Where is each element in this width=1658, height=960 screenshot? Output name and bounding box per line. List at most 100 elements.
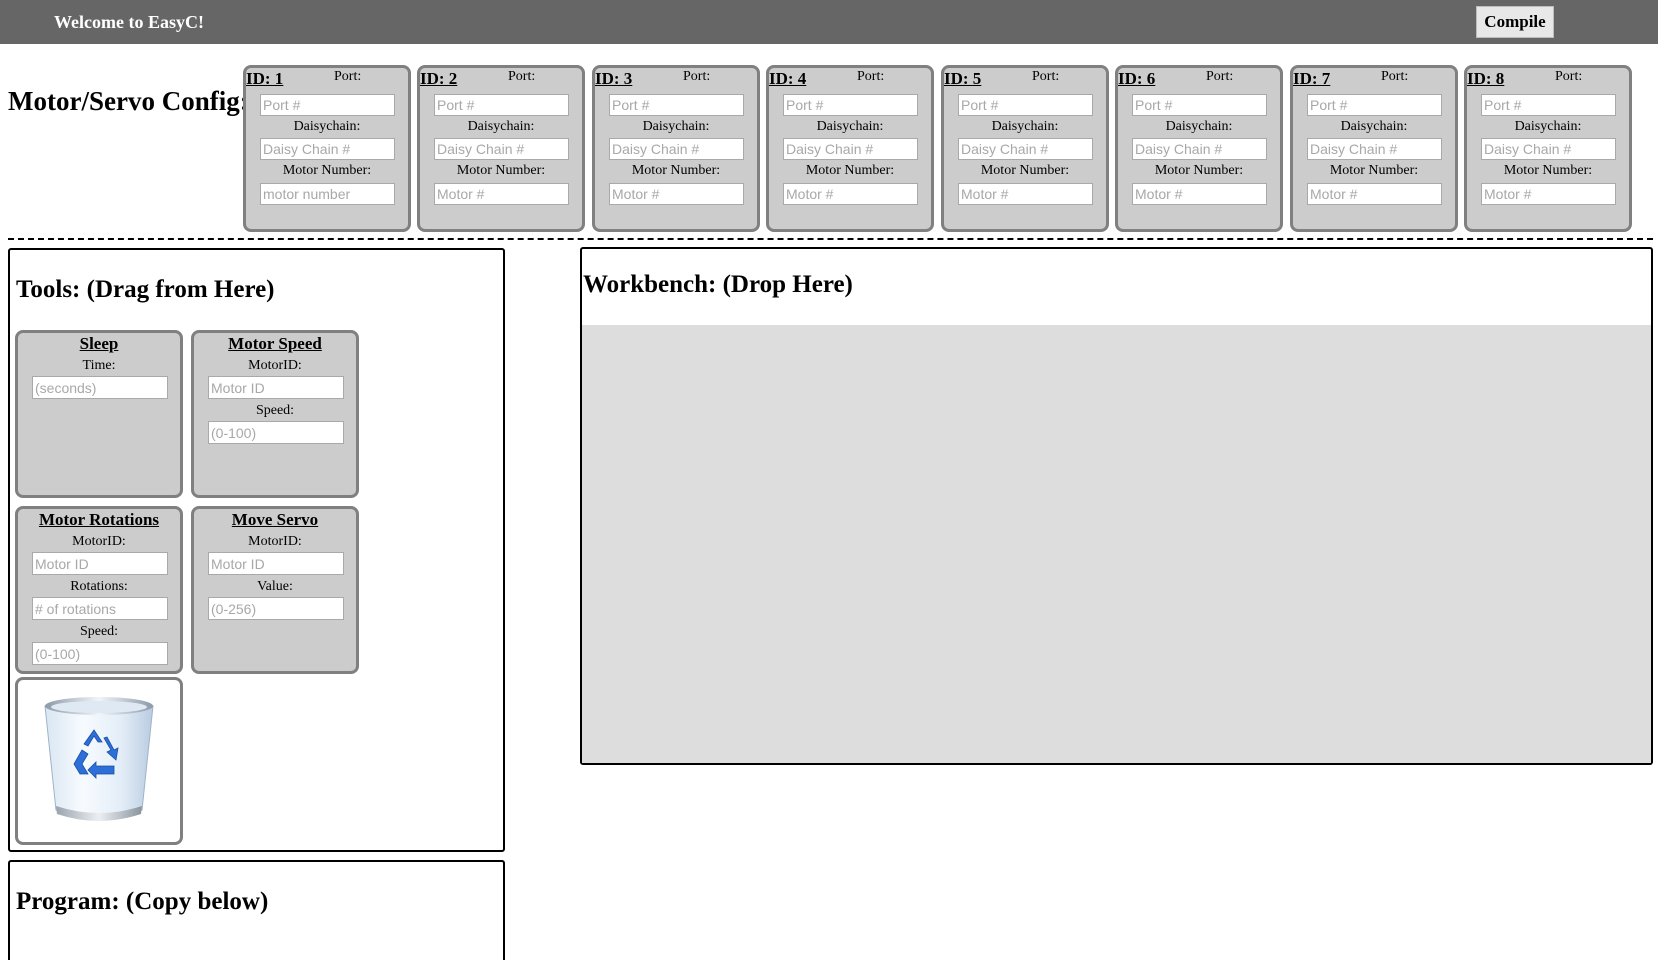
daisychain-input[interactable] [260, 138, 395, 160]
top-bar: Welcome to EasyC! Compile [0, 0, 1658, 44]
daisychain-input[interactable] [434, 138, 569, 160]
motor-config-card: ID: 4 Port: Daisychain: Motor Number: [766, 65, 934, 232]
motor-number-input[interactable] [609, 183, 744, 205]
motor-number-label: Motor Number: [456, 163, 546, 178]
motor-rotations-motorid-input[interactable] [32, 552, 168, 575]
compile-button[interactable]: Compile [1476, 6, 1554, 38]
motor-id-label: ID: 4 [769, 69, 807, 88]
port-label: Port: [1555, 69, 1583, 84]
port-input[interactable] [1307, 94, 1442, 116]
daisychain-label: Daisychain: [642, 119, 710, 134]
port-input[interactable] [434, 94, 569, 116]
welcome-text: Welcome to EasyC! [54, 12, 204, 32]
motor-number-label: Motor Number: [1329, 163, 1419, 178]
daisychain-label: Daisychain: [816, 119, 884, 134]
motor-number-input[interactable] [1481, 183, 1616, 205]
motor-id-label: ID: 7 [1293, 69, 1331, 88]
port-input[interactable] [260, 94, 395, 116]
daisychain-label: Daisychain: [293, 119, 361, 134]
daisychain-input[interactable] [1307, 138, 1442, 160]
motor-number-input[interactable] [434, 183, 569, 205]
port-label: Port: [683, 69, 711, 84]
move-servo-motorid-input[interactable] [208, 552, 344, 575]
speed-label: Speed: [79, 624, 119, 639]
motor-id-label: ID: 2 [420, 69, 458, 88]
motor-id-label: ID: 8 [1467, 69, 1505, 88]
daisychain-input[interactable] [1132, 138, 1267, 160]
daisychain-label: Daisychain: [1514, 119, 1582, 134]
port-input[interactable] [783, 94, 918, 116]
port-label: Port: [1032, 69, 1060, 84]
move-servo-value-input[interactable] [208, 597, 344, 620]
motorid-label: MotorID: [248, 534, 302, 549]
motorid-label: MotorID: [72, 534, 126, 549]
motor-config-card: ID: 2 Port: Daisychain: Motor Number: [417, 65, 585, 232]
port-input[interactable] [1481, 94, 1616, 116]
motor-id-label: ID: 1 [246, 69, 284, 88]
motor-rotations-speed-input[interactable] [32, 642, 168, 665]
section-divider [8, 238, 1653, 240]
daisychain-label: Daisychain: [991, 119, 1059, 134]
port-input[interactable] [1132, 94, 1267, 116]
motor-config-card: ID: 8 Port: Daisychain: Motor Number: [1464, 65, 1632, 232]
motor-number-label: Motor Number: [1154, 163, 1244, 178]
daisychain-input[interactable] [609, 138, 744, 160]
motor-speed-speed-input[interactable] [208, 421, 344, 444]
daisychain-label: Daisychain: [467, 119, 535, 134]
port-label: Port: [334, 69, 362, 84]
move-servo-tool[interactable]: Move Servo MotorID: Value: [191, 506, 359, 674]
move-servo-tool-title: Move Servo [231, 510, 319, 529]
sleep-tool-title: Sleep [79, 334, 119, 353]
motor-number-label: Motor Number: [282, 163, 372, 178]
rotations-label: Rotations: [70, 579, 128, 594]
motor-number-input[interactable] [958, 183, 1093, 205]
recycle-bin-icon [44, 697, 154, 821]
motor-number-input[interactable] [783, 183, 918, 205]
motor-number-label: Motor Number: [631, 163, 721, 178]
program-title: Program: (Copy below) [16, 888, 269, 915]
motor-rotations-tool[interactable]: Motor Rotations MotorID: Rotations: Spee… [15, 506, 183, 674]
speed-label: Speed: [255, 403, 295, 418]
daisychain-label: Daisychain: [1340, 119, 1408, 134]
port-label: Port: [857, 69, 885, 84]
port-label: Port: [1381, 69, 1409, 84]
workbench-dropzone[interactable] [582, 325, 1651, 763]
motor-number-label: Motor Number: [805, 163, 895, 178]
program-panel: Program: (Copy below) [8, 860, 505, 960]
sleep-time-input[interactable] [32, 376, 168, 399]
workbench-panel: Workbench: (Drop Here) [580, 247, 1653, 765]
motor-speed-tool[interactable]: Motor Speed MotorID: Speed: [191, 330, 359, 498]
motorid-label: MotorID: [248, 358, 302, 373]
motor-number-input[interactable] [1132, 183, 1267, 205]
motor-config-card: ID: 7 Port: Daisychain: Motor Number: [1290, 65, 1458, 232]
config-title: Motor/Servo Config: [8, 86, 249, 116]
motor-number-label: Motor Number: [1503, 163, 1593, 178]
motor-number-label: Motor Number: [980, 163, 1070, 178]
sleep-tool[interactable]: Sleep Time: [15, 330, 183, 498]
trash-dropzone[interactable] [15, 677, 183, 845]
port-label: Port: [508, 69, 536, 84]
daisychain-label: Daisychain: [1165, 119, 1233, 134]
motor-config-card: ID: 6 Port: Daisychain: Motor Number: [1115, 65, 1283, 232]
motor-config-card: ID: 3 Port: Daisychain: Motor Number: [592, 65, 760, 232]
tools-title: Tools: (Drag from Here) [16, 276, 275, 303]
motor-speed-motorid-input[interactable] [208, 376, 344, 399]
motor-number-input[interactable] [260, 183, 395, 205]
motor-rotations-rotations-input[interactable] [32, 597, 168, 620]
motor-config-card: ID: 1 Port: Daisychain: Motor Number: [243, 65, 411, 232]
daisychain-input[interactable] [783, 138, 918, 160]
workbench-title: Workbench: (Drop Here) [583, 271, 853, 298]
port-input[interactable] [958, 94, 1093, 116]
value-label: Value: [257, 579, 293, 594]
daisychain-input[interactable] [1481, 138, 1616, 160]
motor-speed-tool-title: Motor Speed [228, 334, 322, 353]
daisychain-input[interactable] [958, 138, 1093, 160]
motor-number-input[interactable] [1307, 183, 1442, 205]
port-input[interactable] [609, 94, 744, 116]
time-label: Time: [82, 358, 116, 373]
motor-rotations-tool-title: Motor Rotations [38, 510, 160, 529]
motor-id-label: ID: 3 [595, 69, 633, 88]
port-label: Port: [1206, 69, 1234, 84]
motor-id-label: ID: 5 [944, 69, 982, 88]
motor-config-card: ID: 5 Port: Daisychain: Motor Number: [941, 65, 1109, 232]
